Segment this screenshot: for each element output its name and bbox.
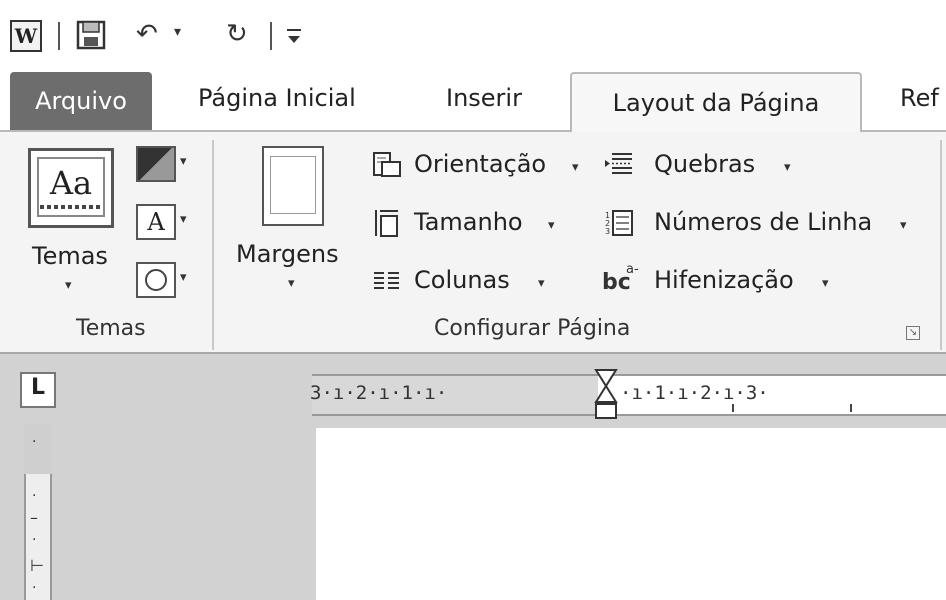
undo-icon[interactable]: ↶ <box>136 18 158 50</box>
orientation-icon[interactable] <box>372 150 402 180</box>
vertical-ruler-margin <box>24 424 52 474</box>
theme-fonts-icon[interactable]: A <box>136 204 176 240</box>
vruler-tick: – <box>30 508 38 527</box>
tab-references[interactable]: Ref <box>900 64 939 132</box>
theme-fonts-dropdown-icon[interactable]: ▾ <box>180 212 187 227</box>
tab-page-layout[interactable]: Layout da Página <box>570 72 862 134</box>
hyphenation-icon-sup: a- <box>626 262 639 277</box>
columns-button[interactable]: Colunas <box>414 266 510 294</box>
save-icon[interactable] <box>76 20 106 50</box>
qat-separator <box>58 22 60 50</box>
themes-icon-dots <box>40 205 102 209</box>
ruler-tab-stop <box>850 404 852 412</box>
dialog-launcher-icon[interactable]: ↘ <box>906 326 920 340</box>
hyphenation-button[interactable]: Hifenização <box>654 266 794 294</box>
themes-button-label[interactable]: Temas <box>32 242 108 270</box>
word-app-icon[interactable]: W <box>10 20 42 52</box>
breaks-button[interactable]: Quebras <box>654 150 755 178</box>
theme-effects-dropdown-icon[interactable]: ▾ <box>180 270 187 285</box>
indent-marker-icon[interactable] <box>594 368 618 422</box>
theme-effects-icon[interactable] <box>136 262 176 298</box>
line-numbers-button[interactable]: Números de Linha <box>654 208 872 236</box>
page-setup-group-label: Configurar Página <box>434 316 631 341</box>
tab-home[interactable]: Página Inicial <box>198 64 356 132</box>
vruler-tick: · <box>32 532 37 548</box>
document-page[interactable] <box>316 428 946 600</box>
margins-dropdown-icon[interactable]: ▾ <box>288 276 295 291</box>
theme-colors-icon[interactable] <box>136 146 176 182</box>
svg-text:3: 3 <box>605 227 610 236</box>
ruler-tab-stop <box>732 404 734 412</box>
size-icon[interactable] <box>372 208 402 238</box>
line-numbers-icon[interactable]: 123 <box>604 208 634 238</box>
vruler-tick: · <box>32 434 37 450</box>
group-separator <box>212 140 214 350</box>
line-numbers-dropdown-icon[interactable]: ▾ <box>900 218 907 233</box>
hyphenation-dropdown-icon[interactable]: ▾ <box>822 276 829 291</box>
size-button[interactable]: Tamanho <box>414 208 523 236</box>
size-dropdown-icon[interactable]: ▾ <box>548 218 555 233</box>
orientation-button[interactable]: Orientação <box>414 150 546 178</box>
margins-icon-inner <box>270 156 316 214</box>
margins-button-label[interactable]: Margens <box>236 240 339 268</box>
themes-dropdown-icon[interactable]: ▾ <box>65 278 72 293</box>
breaks-dropdown-icon[interactable]: ▾ <box>784 160 791 175</box>
tab-selector-button[interactable]: L <box>20 372 56 408</box>
themes-group-label: Temas <box>76 316 146 341</box>
ruler-left-scale: 3·ı·2·ı·1·ı· <box>310 382 448 404</box>
vruler-tick: ⊢ <box>30 556 44 575</box>
vruler-tick: · <box>32 580 37 596</box>
undo-dropdown-icon[interactable]: ▾ <box>174 24 181 40</box>
qat-separator <box>270 22 272 50</box>
tab-file[interactable]: Arquivo <box>10 72 152 130</box>
ruler-right-scale: ·ı·1·ı·2·ı·3· <box>620 382 769 404</box>
theme-colors-dropdown-icon[interactable]: ▾ <box>180 154 187 169</box>
tab-insert[interactable]: Inserir <box>446 64 522 132</box>
columns-dropdown-icon[interactable]: ▾ <box>538 276 545 291</box>
vruler-tick: · <box>32 488 37 504</box>
customize-qat-icon[interactable] <box>284 22 304 48</box>
orientation-dropdown-icon[interactable]: ▾ <box>572 160 579 175</box>
redo-icon[interactable]: ↻ <box>226 18 248 50</box>
group-separator <box>940 140 942 350</box>
columns-icon[interactable] <box>372 266 402 296</box>
breaks-icon[interactable] <box>604 150 634 180</box>
